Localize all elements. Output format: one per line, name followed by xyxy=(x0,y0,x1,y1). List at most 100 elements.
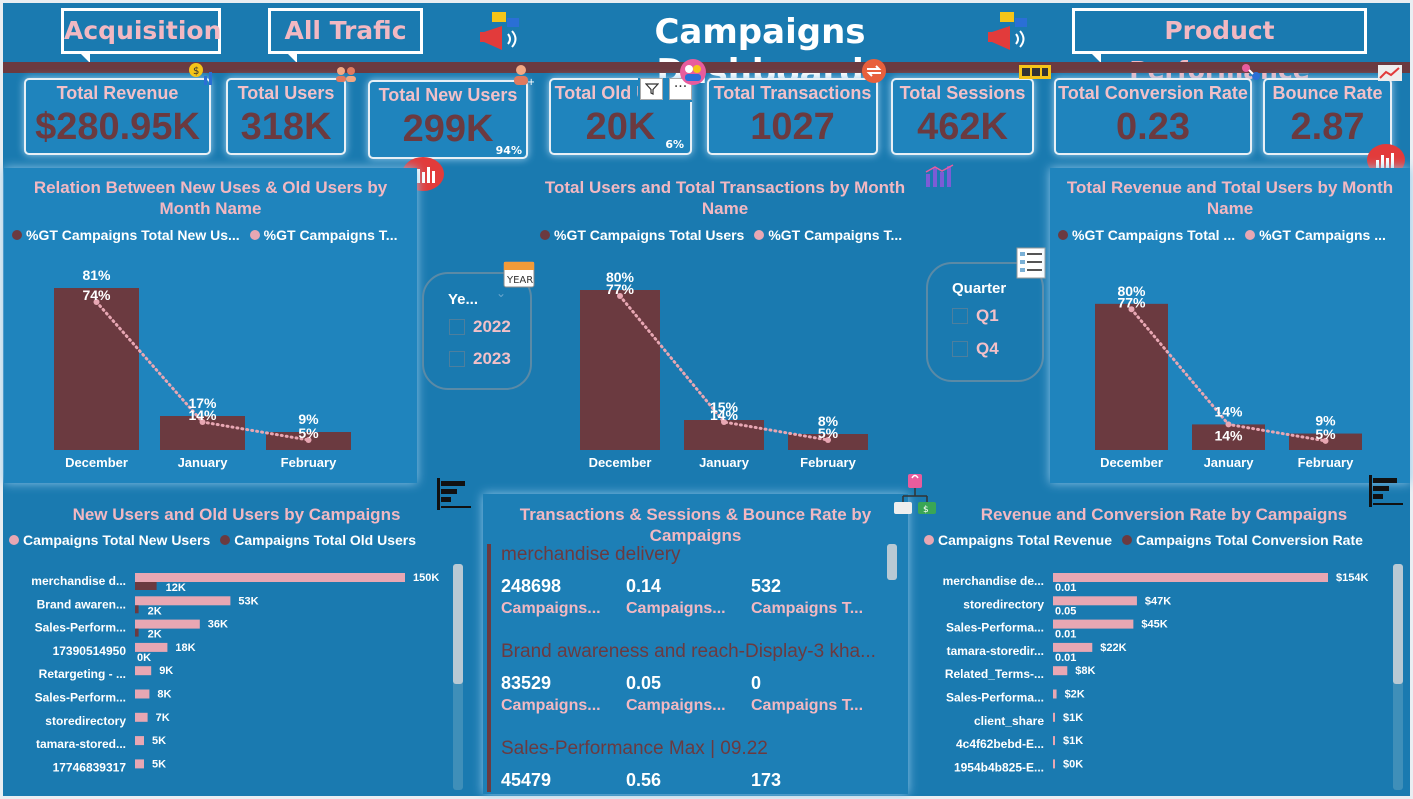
x-tick-label: January xyxy=(1204,455,1255,470)
kpi-value: 1027 xyxy=(750,106,835,148)
bar-primary xyxy=(1053,712,1055,722)
session-icon xyxy=(1018,64,1052,84)
card-values-row: 248698 0.14 532 xyxy=(501,576,876,597)
bar-primary xyxy=(1053,689,1057,699)
acquisition-nav-button[interactable]: Acquisition xyxy=(61,8,221,63)
bar-primary xyxy=(1053,642,1093,652)
product-performance-nav-button[interactable]: Product Performance xyxy=(1072,8,1367,85)
horizontal-bar-chart: merchandise de... $154K 0.01 storedirectory… xyxy=(943,572,1369,774)
x-tick-label: December xyxy=(589,455,652,470)
bar-data-label: $1K xyxy=(1063,712,1083,724)
card-value: 83529 xyxy=(501,673,552,693)
kpi-label: Total Sessions xyxy=(899,83,1026,103)
bar-primary xyxy=(135,573,405,582)
scrollbar-thumb[interactable] xyxy=(1393,564,1403,684)
scrollbar[interactable] xyxy=(1393,564,1403,790)
horizontal-bar-chart: merchandise d... 150K 12K Brand awaren... 53… xyxy=(31,572,439,774)
checkbox[interactable] xyxy=(449,351,465,367)
bar-data-label: 53K xyxy=(238,595,258,607)
bar-primary xyxy=(1053,666,1068,676)
bar-data-label: 9K xyxy=(159,665,173,677)
card-value: 0.05 xyxy=(626,673,662,693)
line-data-label: 14% xyxy=(710,407,739,423)
money-chart-icon: $ xyxy=(188,62,216,90)
card-value: 173 xyxy=(751,770,782,790)
bar-primary xyxy=(135,666,152,676)
slicer-option[interactable]: 2022 xyxy=(449,317,511,337)
slicer-option[interactable]: Q4 xyxy=(952,339,999,359)
category-label: Retargeting - ... xyxy=(39,667,126,681)
chart-panel-revenue-users-by-month: Total Revenue and Total Users by Month N… xyxy=(1050,168,1410,483)
kpi-label: Total New Users xyxy=(378,85,518,105)
x-tick-label: February xyxy=(1298,455,1354,470)
slicer-option-label: 2022 xyxy=(473,317,511,336)
svg-text:+: + xyxy=(527,77,534,86)
line-data-label: 5% xyxy=(298,425,319,441)
bar-secondary xyxy=(135,628,139,637)
kpi-total-transactions: Total Transactions 1027 xyxy=(707,78,878,155)
x-tick-label: February xyxy=(281,455,337,470)
all-traffic-nav-button[interactable]: All Trafic xyxy=(268,8,423,63)
slicer-option[interactable]: 2023 xyxy=(449,349,511,369)
x-tick-label: December xyxy=(65,455,128,470)
category-label: Sales-Performa... xyxy=(946,621,1044,635)
combo-chart: December January February80%77%14%14%9%5% xyxy=(1095,283,1362,470)
checkbox[interactable] xyxy=(952,341,968,357)
bar-data-label: 8K xyxy=(157,689,171,701)
card-label: Campaigns... xyxy=(501,600,601,617)
card-item: Brand awareness and reach-Display-3 kha.… xyxy=(501,641,876,738)
slicer-option[interactable]: Q1 xyxy=(952,306,999,326)
card-value: 532 xyxy=(751,576,782,596)
line-data-label: 14% xyxy=(188,407,217,423)
x-tick-label: January xyxy=(178,455,229,470)
category-label: merchandise d... xyxy=(31,574,126,588)
bar-secondary xyxy=(135,605,139,614)
kpi-total-users: Total Users 318K xyxy=(226,78,346,155)
scrollbar[interactable] xyxy=(887,544,897,580)
x-tick-label: January xyxy=(699,455,750,470)
line-data-label: 74% xyxy=(82,287,111,303)
bar-secondary-data-label: 0K xyxy=(137,652,151,664)
card-labels-row: Campaigns... Campaigns... Campaigns T... xyxy=(501,600,876,618)
combo-chart: December January February81%74%17%14% 9%5% xyxy=(54,267,351,470)
category-label: Sales-Performa... xyxy=(946,691,1044,705)
bar-data-label: $0K xyxy=(1063,758,1083,770)
bar-data-label: $8K xyxy=(1075,665,1095,677)
bar-data-label: $2K xyxy=(1065,689,1085,701)
card-item: merchandise delivery 248698 0.14 532 Cam… xyxy=(501,544,876,641)
kpi-total-sessions: Total Sessions 462K xyxy=(891,78,1034,155)
bar-data-label: $22K xyxy=(1100,642,1126,654)
bar-primary xyxy=(135,689,150,699)
bar-secondary-data-label: 2K xyxy=(148,629,162,641)
slicer-option-label: Q1 xyxy=(976,306,999,325)
bar-secondary-data-label: 0.01 xyxy=(1055,629,1076,641)
conversion-icon xyxy=(1240,62,1262,86)
list-icon xyxy=(1016,247,1046,283)
card-panel-title: Transactions & Sessions & Bounce Rate by… xyxy=(519,505,872,545)
scrollbar[interactable] xyxy=(453,564,463,790)
bar-primary xyxy=(135,736,144,746)
chart-panel-new-old-users-by-month: Relation Between New Uses & Old Users by… xyxy=(4,168,417,483)
filter-icon[interactable] xyxy=(640,78,663,100)
line-data-label: 5% xyxy=(1315,426,1336,442)
scrollbar-thumb[interactable] xyxy=(453,564,463,684)
combo-chart: December January February80%77%15%14% 8%5% xyxy=(580,269,868,470)
bar-data-label: 7K xyxy=(156,712,170,724)
slicer-option-label: 2023 xyxy=(473,349,511,368)
chart-icon xyxy=(1377,64,1403,86)
kpi-label: Total Users xyxy=(237,83,335,103)
checkbox[interactable] xyxy=(952,308,968,324)
bar-secondary-data-label: 2K xyxy=(148,605,162,617)
card-labels-row: Campaigns... Campaigns... Campaigns T... xyxy=(501,697,876,715)
svg-text:$: $ xyxy=(193,66,199,77)
kpi-total-revenue: Total Revenue $280.95K xyxy=(24,78,211,155)
card-values-row: 83529 0.05 0 xyxy=(501,673,876,694)
add-user-icon: + xyxy=(512,64,535,90)
scrollbar-thumb[interactable] xyxy=(887,544,897,580)
chart-panel-users-by-campaigns: New Users and Old Users by Campaigns Cam… xyxy=(4,490,469,795)
category-label: storedirectory xyxy=(963,597,1044,611)
checkbox[interactable] xyxy=(449,319,465,335)
bar-secondary xyxy=(135,582,157,590)
bar-data-label: 5K xyxy=(152,735,166,747)
bar-primary xyxy=(135,712,148,722)
